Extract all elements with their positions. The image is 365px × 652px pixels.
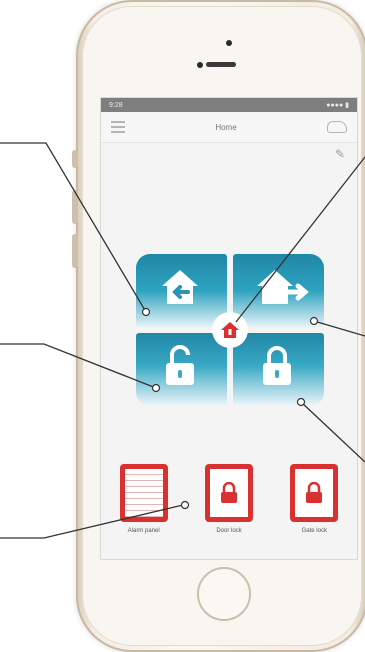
callout-lines <box>0 142 365 539</box>
